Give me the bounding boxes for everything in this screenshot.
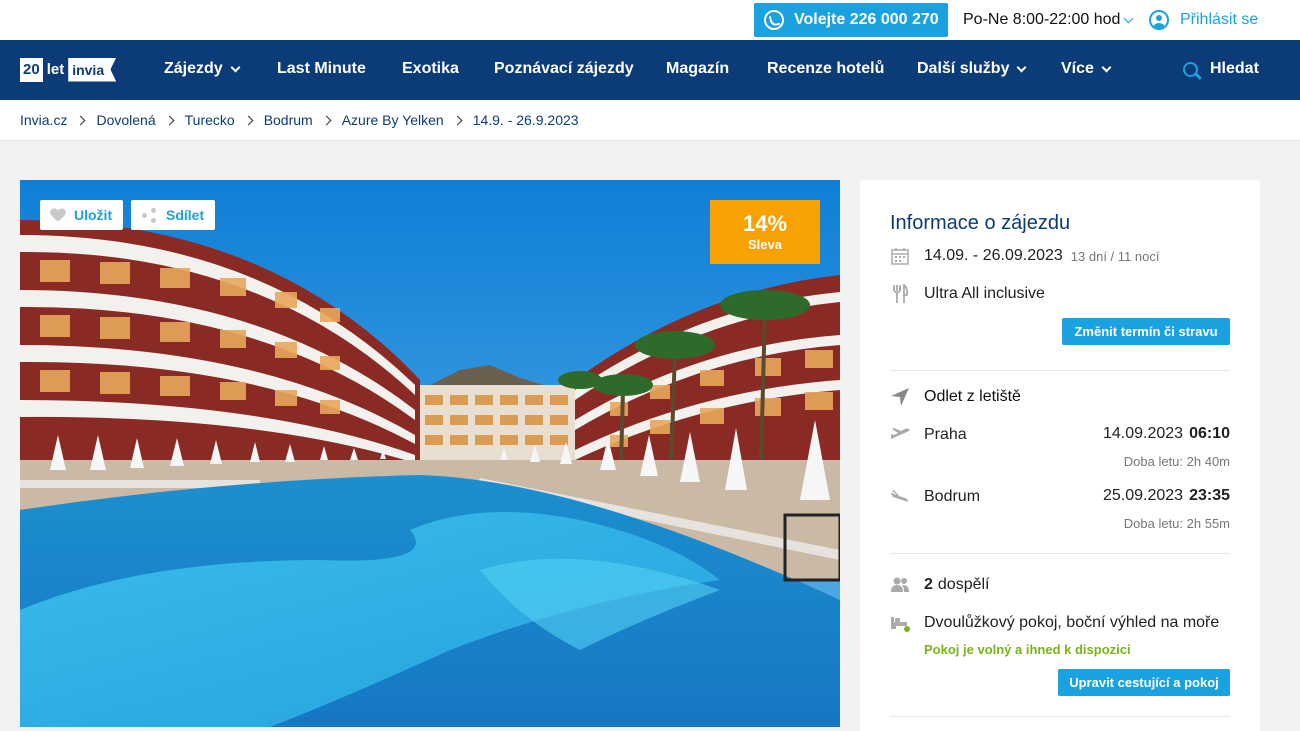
outbound-time: 06:10 xyxy=(1189,425,1230,442)
cutlery-icon xyxy=(890,283,910,304)
board-value: Ultra All inclusive xyxy=(924,285,1045,302)
opening-hours-label: Po-Ne 8:00-22:00 hod xyxy=(963,11,1121,28)
divider xyxy=(890,553,1230,554)
share-icon xyxy=(142,207,157,223)
room-value: Dvoulůžkový pokoj, boční výhled na moře xyxy=(924,614,1220,631)
dates-value: 14.09. - 26.09.2023 xyxy=(924,247,1063,264)
nav-item-label: Recenze hotelů xyxy=(767,60,885,77)
outbound-flight-time: Doba letu: 2h 40m xyxy=(1123,454,1230,469)
inbound-datetime: 25.09.2023 23:35 xyxy=(1103,487,1230,505)
main-navigation: 20 let invia Zájezdy Last Minute Exotika… xyxy=(0,40,1300,100)
nav-item-label: Další služby xyxy=(917,60,1010,77)
nav-item-last-minute[interactable]: Last Minute xyxy=(277,60,366,78)
logo-years: 20 xyxy=(20,57,43,82)
nav-item-vice[interactable]: Více xyxy=(1061,60,1112,78)
nav-item-magazin[interactable]: Magazín xyxy=(666,60,729,78)
outbound-city: Praha xyxy=(924,426,967,443)
chevron-down-icon xyxy=(1101,62,1112,72)
chevron-right-icon xyxy=(243,115,254,125)
room-availability: Pokoj je volný a ihned k dispozici xyxy=(924,642,1131,657)
breadcrumb-item[interactable]: Bodrum xyxy=(264,112,313,128)
inbound-time: 23:35 xyxy=(1189,487,1230,504)
chevron-down-icon xyxy=(230,62,241,72)
board-type: Ultra All inclusive xyxy=(890,283,1045,304)
bed-icon xyxy=(890,613,910,633)
room-type: Dvoulůžkový pokoj, boční výhled na moře xyxy=(890,613,1219,633)
logo-brand: invia xyxy=(68,57,117,82)
logo-let: let xyxy=(46,61,65,78)
nav-item-label: Zájezdy xyxy=(164,60,223,77)
phone-icon xyxy=(764,10,784,30)
nav-item-dalsi-sluzby[interactable]: Další služby xyxy=(917,60,1027,78)
discount-label: Sleva xyxy=(748,237,782,252)
divider xyxy=(890,716,1230,717)
chevron-right-icon xyxy=(321,115,332,125)
divider xyxy=(890,370,1230,371)
hotel-photo-gallery[interactable]: Uložit Sdílet 14% Sleva xyxy=(20,180,840,727)
nav-item-label: Exotika xyxy=(402,60,459,77)
panel-title: Informace o zájezdu xyxy=(890,212,1071,234)
navigation-arrow-icon xyxy=(890,387,910,407)
save-label: Uložit xyxy=(74,207,113,223)
nav-item-zajezdy[interactable]: Zájezdy xyxy=(164,60,241,78)
user-icon xyxy=(1149,10,1169,30)
nav-item-recenze[interactable]: Recenze hotelů xyxy=(767,60,884,78)
breadcrumb-item[interactable]: Invia.cz xyxy=(20,112,67,128)
departure-title: Odlet z letiště xyxy=(890,387,1021,407)
share-button[interactable]: Sdílet xyxy=(131,200,216,230)
outbound-datetime: 14.09.2023 06:10 xyxy=(1103,425,1230,443)
inbound-date: 25.09.2023 xyxy=(1103,487,1184,504)
chevron-right-icon xyxy=(164,115,175,125)
nav-item-label: Více xyxy=(1061,60,1094,77)
breadcrumb: Invia.cz Dovolená Turecko Bodrum Azure B… xyxy=(0,100,1300,141)
nav-item-label: Magazín xyxy=(666,60,730,77)
nav-item-poznavaci[interactable]: Poznávací zájezdy xyxy=(494,60,634,78)
edit-travellers-button[interactable]: Upravit cestující a pokoj xyxy=(1058,669,1230,696)
breadcrumb-item[interactable]: Dovolená xyxy=(96,112,155,128)
search-label: Hledat xyxy=(1210,60,1259,77)
travellers: 2 dospělí xyxy=(890,575,990,595)
call-button[interactable]: Volejte 226 000 270 xyxy=(754,3,948,37)
nav-item-label: Last Minute xyxy=(277,60,366,77)
nav-item-exotika[interactable]: Exotika xyxy=(402,60,459,78)
outbound-flight: Praha xyxy=(890,425,967,445)
calendar-icon xyxy=(890,246,910,266)
chevron-down-icon xyxy=(1017,62,1027,72)
opening-hours-dropdown[interactable]: Po-Ne 8:00-22:00 hod xyxy=(963,11,1134,29)
chevron-right-icon xyxy=(76,115,86,125)
breadcrumb-item[interactable]: Azure By Yelken xyxy=(342,112,444,128)
search-icon xyxy=(1183,61,1198,77)
discount-value: 14% xyxy=(742,211,788,236)
call-label: Volejte 226 000 270 xyxy=(794,11,939,28)
save-button[interactable]: Uložit xyxy=(40,200,124,230)
search-button[interactable]: Hledat xyxy=(1183,60,1259,78)
nav-item-label: Poznávací zájezdy xyxy=(494,60,634,77)
breadcrumb-item[interactable]: Turecko xyxy=(185,112,235,128)
login-link[interactable]: Přihlásit se xyxy=(1149,10,1258,30)
chevron-down-icon xyxy=(1124,13,1134,23)
adults-count: 2 xyxy=(924,576,933,593)
heart-icon xyxy=(51,209,65,221)
plane-landing-icon xyxy=(890,487,910,507)
invia-logo[interactable]: 20 let invia xyxy=(20,57,117,82)
outbound-date: 14.09.2023 xyxy=(1103,425,1184,442)
departure-title-label: Odlet z letiště xyxy=(924,388,1021,405)
trip-dates: 14.09. - 26.09.2023 13 dní / 11 nocí xyxy=(890,246,1159,266)
adults-label: dospělí xyxy=(937,576,990,593)
duration-value: 13 dní / 11 nocí xyxy=(1070,248,1160,264)
share-label: Sdílet xyxy=(166,207,205,223)
inbound-city: Bodrum xyxy=(924,488,981,505)
chevron-right-icon xyxy=(452,115,463,125)
login-label: Přihlásit se xyxy=(1180,11,1259,28)
breadcrumb-current: 14.9. - 26.9.2023 xyxy=(472,112,579,128)
discount-badge: 14% Sleva xyxy=(710,200,820,264)
plane-takeoff-icon xyxy=(890,425,910,445)
inbound-flight-time: Doba letu: 2h 55m xyxy=(1123,516,1230,531)
trip-info-panel: Informace o zájezdu 14.09. - 26.09.2023 … xyxy=(860,180,1260,731)
inbound-flight: Bodrum xyxy=(890,487,980,507)
people-icon xyxy=(890,575,910,595)
change-term-button[interactable]: Změnit termín či stravu xyxy=(1062,318,1230,345)
top-bar: Volejte 226 000 270 Po-Ne 8:00-22:00 hod… xyxy=(0,0,1300,40)
